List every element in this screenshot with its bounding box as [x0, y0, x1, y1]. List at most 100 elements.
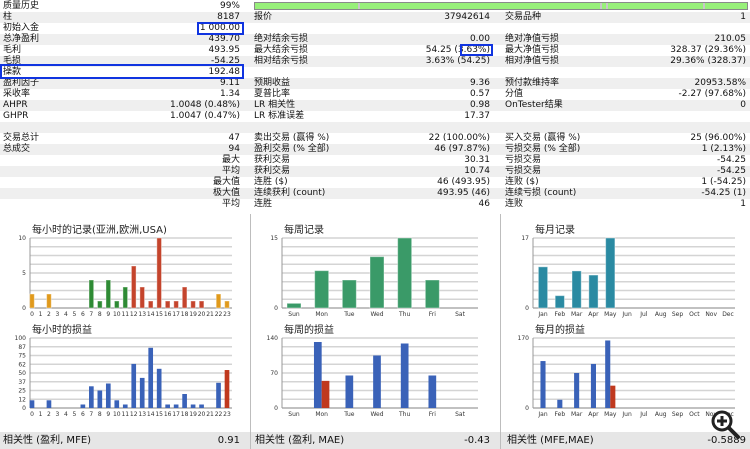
bar [369, 256, 385, 309]
x-tick-label: May [604, 411, 617, 418]
stat-label: 交易总计 [3, 133, 40, 143]
stat-value: 210.05 [714, 34, 747, 44]
x-tick-label: 20 [198, 311, 206, 318]
x-tick-label: 23 [223, 311, 231, 318]
stat-value: 3.63% (54.25) [425, 56, 490, 66]
profit-bar [80, 404, 86, 408]
profit-bar [574, 373, 580, 408]
loss-bar [321, 380, 330, 408]
y-tick-label: 25 [18, 388, 26, 395]
stat-label: 绝对结余亏损 [254, 34, 309, 44]
bar [96, 300, 103, 309]
y-tick-label: 140 [267, 335, 279, 342]
bar [215, 293, 222, 309]
stat-value: 46 [478, 199, 490, 209]
correlation-mae-bar: 相关性 (盈利, MAE) -0.43 [251, 432, 500, 449]
stat-label: 最大结余亏损 [254, 45, 309, 55]
stat-value: 最大 [221, 155, 240, 165]
stat-label: 买入交易 (赢得 %) [505, 133, 581, 143]
y-tick-label: 0 [22, 405, 26, 412]
profit-bar [97, 390, 103, 408]
x-tick-label: Dec [722, 311, 734, 318]
stats-row: 总成交 94 盈利交易 (% 全部) 46 (97.87%) 亏损交易 (% 全部) 1 … [0, 144, 750, 155]
profit-bar [156, 368, 162, 408]
stats-row: 毛利 493.95 最大结余亏损 54.25 (3.63%) 最大净值亏损 328.37 … [0, 45, 750, 56]
bar [164, 300, 171, 309]
profit-bar [182, 394, 187, 408]
stat-value: -54.25 [716, 166, 746, 176]
profit-bar [428, 375, 437, 408]
x-tick-label: Tue [343, 311, 355, 318]
stat-label: 交易品种 [505, 12, 542, 22]
x-tick-label: 13 [138, 311, 146, 318]
x-tick-label: 0 [30, 311, 34, 318]
x-tick-label: Jun [621, 311, 632, 318]
stat-label: 卖出交易 (赢得 %) [254, 133, 330, 143]
x-tick-label: Aug [655, 311, 667, 318]
x-tick-label: 9 [106, 311, 110, 318]
stat-label: 相对净值亏损 [505, 56, 560, 66]
y-tick-label: 87 [18, 344, 26, 351]
x-tick-label: Sat [455, 411, 465, 418]
zoom-in-magnifier-icon[interactable] [710, 409, 740, 439]
stat-value: 493.95 [208, 45, 241, 55]
x-tick-label: Jul [639, 311, 648, 318]
stat-label: 亏损交易 [505, 155, 542, 165]
bar [537, 266, 549, 309]
highlight-max-drawdown-pct [460, 44, 493, 56]
x-tick-label: 17 [172, 411, 180, 418]
y-tick-label: 0 [274, 405, 278, 412]
profit-bar [114, 400, 120, 408]
bar [130, 265, 137, 309]
bar [113, 300, 120, 309]
x-tick-label: 2 [47, 411, 51, 418]
x-tick-label: 11 [121, 411, 129, 418]
chart-title: 每周记录 [284, 223, 324, 236]
x-tick-label: Sat [455, 311, 465, 318]
x-tick-label: Fri [429, 411, 436, 418]
stat-label: 夏普比率 [254, 89, 291, 99]
x-tick-label: Sep [672, 311, 684, 318]
x-tick-label: Thu [398, 311, 410, 318]
profit-bar [148, 347, 154, 408]
stat-label: LR 标准误差 [254, 111, 305, 121]
x-tick-label: 8 [98, 311, 102, 318]
correlation-label: 相关性 (盈利, MFE) [3, 435, 92, 446]
x-tick-label: 14 [147, 311, 155, 318]
profit-bar [173, 404, 179, 408]
y-tick-label: 100 [15, 335, 27, 342]
x-tick-label: Feb [555, 311, 566, 318]
stats-row: 平均 获利交易 10.74 亏损交易 -54.25 [0, 166, 750, 177]
stat-label: GHPR [3, 111, 29, 121]
quality-label: 质量历史 [3, 1, 40, 11]
y-tick-label: 0 [274, 305, 278, 312]
stat-value: -54.25 (1) [701, 188, 746, 198]
stat-label: 盈利交易 (% 全部) [254, 144, 330, 154]
profit-bar [373, 355, 381, 408]
y-tick-label: 0 [22, 305, 26, 312]
x-tick-label: 16 [164, 311, 172, 318]
stat-value: 1 (2.13%) [701, 144, 746, 154]
stats-row: 采收率 1.34 夏普比率 0.57 分值 -2.27 (97.68%) [0, 89, 750, 100]
x-tick-label: Jun [621, 411, 632, 418]
correlation-label: 相关性 (盈利, MAE) [255, 435, 345, 446]
stat-value: 9.11 [219, 78, 240, 88]
stat-label: 亏损交易 (% 全部) [505, 144, 581, 154]
x-tick-label: 11 [121, 311, 129, 318]
x-tick-label: 16 [164, 411, 172, 418]
x-tick-label: 5 [72, 411, 76, 418]
x-tick-label: 2 [47, 311, 51, 318]
x-tick-label: 18 [181, 411, 189, 418]
x-tick-label: Apr [588, 311, 599, 318]
stat-label: 盈利因子 [3, 78, 40, 88]
y-tick-label: 50 [18, 370, 26, 377]
x-tick-label: 0 [30, 411, 34, 418]
stat-value: 25 (96.00%) [690, 133, 746, 143]
x-tick-label: Jan [537, 311, 547, 318]
profit-bar [400, 343, 409, 408]
x-tick-label: May [604, 311, 617, 318]
stat-label: 亏损交易 [505, 166, 542, 176]
stat-value: 328.37 (29.36%) [670, 45, 746, 55]
x-tick-label: 12 [130, 311, 138, 318]
bar [147, 300, 154, 309]
